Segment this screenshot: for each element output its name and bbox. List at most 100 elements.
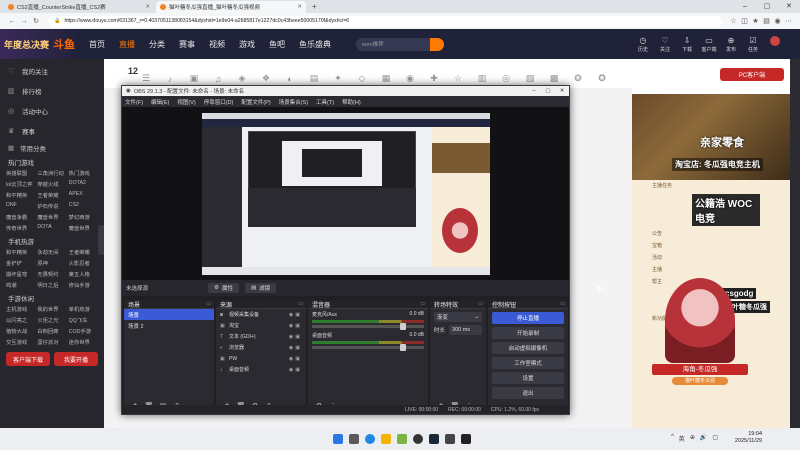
studio-mode-button[interactable]: 工作室模式 bbox=[492, 357, 564, 369]
game-link[interactable]: 鸣潮 bbox=[6, 281, 37, 289]
back-icon[interactable]: ← bbox=[6, 18, 18, 25]
menu-tools[interactable]: 工具(T) bbox=[316, 98, 334, 106]
game-link[interactable]: DOTA2 bbox=[69, 180, 100, 188]
profile-icon[interactable]: ◉ bbox=[772, 17, 783, 25]
source-item[interactable]: ◙ 视频采集设备 ◉▣ bbox=[216, 309, 306, 320]
game-link[interactable]: 热门游戏 bbox=[69, 169, 100, 177]
category-icon[interactable]: ❖ bbox=[254, 60, 278, 88]
start-stream-button[interactable]: 我要开播 bbox=[54, 352, 98, 366]
app-icon[interactable] bbox=[397, 434, 407, 444]
menu-scene-collection[interactable]: 场景集合(S) bbox=[279, 98, 308, 106]
nav-live[interactable]: 直播 bbox=[119, 39, 135, 50]
scrollbar[interactable] bbox=[790, 59, 800, 428]
obs-minimize-icon[interactable]: – bbox=[527, 88, 541, 94]
game-link[interactable]: 和平精英 bbox=[6, 248, 37, 256]
client-download-button[interactable]: 客户端下载 bbox=[6, 352, 50, 366]
category-icon[interactable]: ◇ bbox=[350, 60, 374, 88]
game-link[interactable]: 金铲铲 bbox=[6, 259, 37, 267]
eye-lock-icon[interactable]: ◉▣ bbox=[289, 334, 302, 340]
game-link[interactable]: 传奇世界 bbox=[6, 224, 37, 232]
eye-lock-icon[interactable]: ◉▣ bbox=[289, 356, 302, 362]
menu-edit[interactable]: 编辑(E) bbox=[151, 98, 169, 106]
menu-dots-icon[interactable]: ⋯ bbox=[783, 17, 794, 25]
dock-undock-icon[interactable]: ▭ bbox=[560, 301, 565, 307]
menu-help[interactable]: 帮助(H) bbox=[342, 98, 361, 106]
volume-slider[interactable] bbox=[312, 344, 424, 351]
maximize-icon[interactable]: ▢ bbox=[756, 0, 778, 13]
game-link[interactable]: APEX bbox=[69, 191, 100, 199]
search-input[interactable]: eom推荐 bbox=[356, 37, 444, 51]
game-link[interactable]: 王者荣耀 bbox=[37, 191, 68, 199]
browser-tab-cs2[interactable]: CS2直播_CounterStrike直播_CS2赛 ✕ bbox=[4, 1, 154, 13]
filters-button[interactable]: ▤ 滤镜 bbox=[244, 283, 277, 293]
right-video-thumbnail[interactable]: 亲家零食 淘宝店: 冬瓜强电竞主机 bbox=[632, 94, 790, 180]
game-link[interactable]: 和平精英 bbox=[6, 191, 37, 199]
nav-games[interactable]: 游戏 bbox=[239, 39, 255, 50]
client-icon[interactable]: ▭ 客户端 bbox=[698, 36, 720, 53]
dock-undock-icon[interactable]: ▭ bbox=[478, 301, 483, 307]
game-link[interactable]: DOTA bbox=[37, 224, 68, 232]
eye-lock-icon[interactable]: ◉▣ bbox=[289, 367, 302, 373]
sidebar-item-rank[interactable]: ▥ 排行榜 bbox=[0, 81, 104, 101]
game-link[interactable]: 修仙手游 bbox=[69, 281, 100, 289]
nav-video[interactable]: 视频 bbox=[209, 39, 225, 50]
nav-festival[interactable]: 鱼乐盛典 bbox=[299, 39, 331, 50]
game-link[interactable]: 崩坏星穹 bbox=[6, 270, 37, 278]
game-link[interactable]: 第五人格 bbox=[69, 270, 100, 278]
game-link[interactable]: 英雄联盟 bbox=[6, 169, 37, 177]
game-link[interactable]: 原神 bbox=[37, 259, 68, 267]
split-icon[interactable]: ◫ bbox=[739, 17, 750, 25]
dock-undock-icon[interactable]: ▭ bbox=[206, 301, 211, 307]
task-view-icon[interactable] bbox=[349, 434, 359, 444]
scene-item[interactable]: 场景 2 bbox=[124, 320, 214, 331]
category-icon[interactable]: ✦ bbox=[326, 60, 350, 88]
star-icon[interactable]: ☆ bbox=[728, 17, 739, 25]
search-icon[interactable] bbox=[430, 37, 444, 51]
source-item[interactable]: ♪ 桌面音频 ◉▣ bbox=[216, 364, 306, 375]
app-icon[interactable] bbox=[445, 434, 455, 444]
exit-button[interactable]: 退出 bbox=[492, 387, 564, 399]
browser-tab-active[interactable]: 猫叶糖冬瓜强直播_猫叶糖冬瓜强视频 ✕ bbox=[156, 0, 306, 13]
volume-icon[interactable]: 🔊 bbox=[700, 434, 707, 443]
source-item[interactable]: ▣ 淘宝 ◉▣ bbox=[216, 320, 306, 331]
category-icon[interactable]: ◐ bbox=[278, 60, 302, 88]
properties-button[interactable]: ⚙ 属性 bbox=[208, 283, 239, 293]
avatar[interactable] bbox=[764, 35, 786, 53]
ime-icon[interactable]: 英 bbox=[679, 434, 685, 443]
eye-lock-icon[interactable]: ◉▣ bbox=[289, 345, 302, 351]
menu-profile[interactable]: 配置文件(P) bbox=[241, 98, 270, 106]
category-icon[interactable]: ❂ bbox=[566, 60, 590, 88]
obs-preview[interactable] bbox=[122, 107, 569, 280]
publish-icon[interactable]: ⊕ 发布 bbox=[720, 36, 742, 53]
game-link[interactable]: 魔兽世界 bbox=[37, 213, 68, 221]
clock[interactable]: 19:04 2025/11/29 bbox=[735, 431, 762, 445]
category-icon[interactable]: ✪ bbox=[590, 60, 614, 88]
obs-close-icon[interactable]: ✕ bbox=[555, 88, 569, 94]
start-recording-button[interactable]: 开始录制 bbox=[492, 327, 564, 339]
game-link[interactable]: 火影忍者 bbox=[69, 259, 100, 267]
scene-item[interactable]: 场景 bbox=[124, 309, 214, 320]
stop-streaming-button[interactable]: 停止直播 bbox=[492, 312, 564, 324]
minimize-icon[interactable]: – bbox=[734, 0, 756, 13]
category-icon[interactable]: ▩ bbox=[542, 60, 566, 88]
nav-home[interactable]: 首页 bbox=[89, 39, 105, 50]
game-link[interactable]: 无畏契约 bbox=[37, 270, 68, 278]
download-icon[interactable]: ⇩ 下载 bbox=[676, 36, 698, 53]
edge-icon[interactable] bbox=[365, 434, 375, 444]
category-icon[interactable]: ▧ bbox=[518, 60, 542, 88]
game-link[interactable]: 我的世界 bbox=[37, 305, 68, 313]
start-icon[interactable] bbox=[333, 434, 343, 444]
tab-close-icon[interactable]: ✕ bbox=[297, 4, 302, 10]
tab-close-icon[interactable]: ✕ bbox=[145, 4, 150, 10]
category-icon[interactable]: ▤ bbox=[302, 60, 326, 88]
app-icon[interactable] bbox=[461, 434, 471, 444]
nav-events[interactable]: 赛事 bbox=[179, 39, 195, 50]
category-icon[interactable]: ▥ bbox=[470, 60, 494, 88]
game-link[interactable]: 穿越火线 bbox=[37, 180, 68, 188]
douyu-logo[interactable]: 年度总决赛 斗鱼 bbox=[0, 29, 82, 59]
category-icon[interactable]: ◎ bbox=[494, 60, 518, 88]
category-icon[interactable]: ♪ bbox=[158, 60, 182, 88]
game-link[interactable]: CS2 bbox=[69, 202, 100, 210]
game-link[interactable]: 梦幻西游 bbox=[69, 213, 100, 221]
category-icon[interactable]: ☆ bbox=[446, 60, 470, 88]
